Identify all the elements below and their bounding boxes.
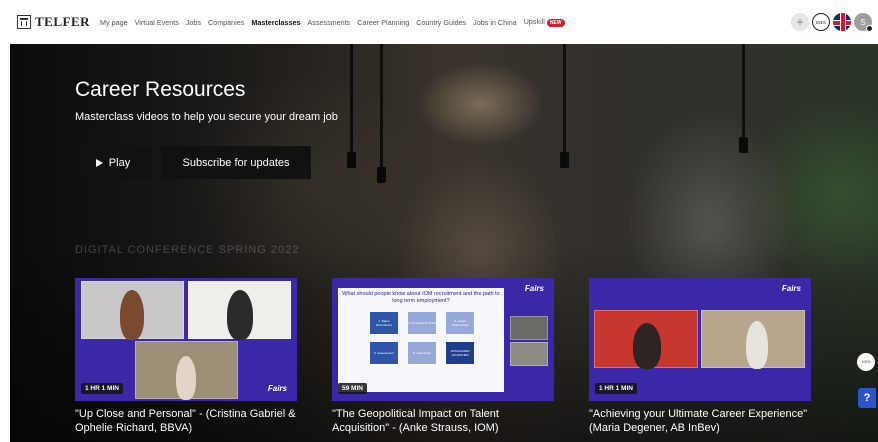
- video-card[interactable]: What should people know about IOM recrui…: [332, 278, 554, 435]
- duration-badge: 1 HR 1 MIN: [595, 383, 637, 394]
- video-card[interactable]: Fairs 1 HR 1 MIN "Up Close and Personal"…: [75, 278, 297, 435]
- zoom-pill[interactable]: 100%: [857, 353, 875, 371]
- hero-banner: Career Resources Masterclass videos to h…: [10, 44, 878, 442]
- video-pane: [81, 281, 184, 340]
- nav-link-country-guides[interactable]: Country Guides: [416, 18, 466, 27]
- add-button[interactable]: +: [791, 13, 809, 31]
- speaker: [633, 323, 661, 369]
- card-title[interactable]: "The Geopolitical Impact on Talent Acqui…: [332, 407, 554, 435]
- video-thumbnail[interactable]: Fairs 1 HR 1 MIN: [75, 278, 297, 401]
- slide-box: 1. Talent Recruitment: [370, 312, 398, 334]
- help-button[interactable]: ?: [858, 388, 876, 408]
- card-title[interactable]: "Up Close and Personal" - (Cristina Gabr…: [75, 407, 297, 435]
- fairs-logo: Fairs: [267, 384, 287, 393]
- slide-box: 3. Junior Professional: [446, 312, 474, 334]
- play-icon: [95, 158, 103, 167]
- duration-badge: 59 MIN: [338, 383, 367, 394]
- nav-link-my-page[interactable]: My page: [100, 18, 128, 27]
- top-nav: TELFER My page Virtual Events Jobs Compa…: [0, 0, 878, 44]
- nav-link-jobs-in-china[interactable]: Jobs in China: [473, 18, 517, 27]
- status-dot: [866, 25, 873, 32]
- slide-box: 5. Internships: [408, 342, 436, 364]
- play-label: Play: [108, 156, 131, 169]
- nav-link-companies[interactable]: Companies: [208, 18, 244, 27]
- presentation-slide: What should people know about IOM recrui…: [338, 288, 504, 392]
- fairs-logo: Fairs: [781, 284, 801, 293]
- building-icon: [17, 15, 31, 29]
- nav-link-upskill-label: Upskill: [523, 17, 545, 27]
- logo-text: TELFER: [35, 14, 91, 29]
- nav-link-virtual-events[interactable]: Virtual Events: [135, 18, 179, 27]
- language-selector[interactable]: ENG: [812, 13, 830, 31]
- nav-link-jobs[interactable]: Jobs: [186, 18, 201, 27]
- video-pane: [188, 281, 291, 340]
- video-thumbnail[interactable]: What should people know about IOM recrui…: [332, 278, 554, 401]
- video-pane: [510, 342, 548, 366]
- avatar[interactable]: S: [854, 13, 873, 32]
- nav-link-upskill[interactable]: Upskill NEW: [523, 17, 565, 27]
- section-label: DIGITAL CONFERENCE SPRING 2022: [75, 244, 300, 256]
- slide-box: 4. Assessment: [370, 342, 398, 364]
- telfer-logo[interactable]: TELFER: [17, 14, 90, 30]
- page-title: Career Resources: [75, 78, 246, 101]
- new-badge: NEW: [546, 18, 565, 27]
- nav-link-career-planning[interactable]: Career Planning: [357, 18, 409, 27]
- video-pane: [594, 310, 698, 369]
- play-button[interactable]: Play: [75, 146, 151, 179]
- card-title[interactable]: "Achieving your Ultimate Career Experien…: [589, 407, 811, 435]
- subscribe-button[interactable]: Subscribe for updates: [161, 146, 311, 179]
- video-pane: [510, 316, 548, 340]
- video-thumbnail[interactable]: Fairs 1 HR 1 MIN: [589, 278, 811, 401]
- video-card[interactable]: Fairs 1 HR 1 MIN "Achieving your Ultimat…: [589, 278, 811, 435]
- slide-box: ANNUALIZED VACANCIES: [446, 342, 474, 364]
- nav-link-assessments[interactable]: Assessments: [308, 18, 351, 27]
- slide-box: 2. Professional Track: [408, 312, 436, 334]
- video-pane: [135, 341, 238, 400]
- page-subtitle: Masterclass videos to help you secure yo…: [75, 111, 338, 123]
- duration-badge: 1 HR 1 MIN: [81, 383, 123, 394]
- speaker: [176, 356, 196, 400]
- slide-title: What should people know about IOM recrui…: [342, 291, 500, 304]
- speaker: [227, 290, 253, 340]
- speaker: [746, 321, 768, 369]
- video-pane: [701, 310, 805, 369]
- uk-flag-icon[interactable]: [833, 13, 851, 31]
- avatar-initial: S: [860, 17, 866, 27]
- fairs-logo: Fairs: [524, 284, 544, 293]
- speaker: [120, 290, 144, 340]
- nav-right: + ENG S: [791, 13, 873, 32]
- nav-links: My page Virtual Events Jobs Companies Ma…: [100, 17, 565, 27]
- nav-link-masterclasses[interactable]: Masterclasses: [251, 18, 300, 27]
